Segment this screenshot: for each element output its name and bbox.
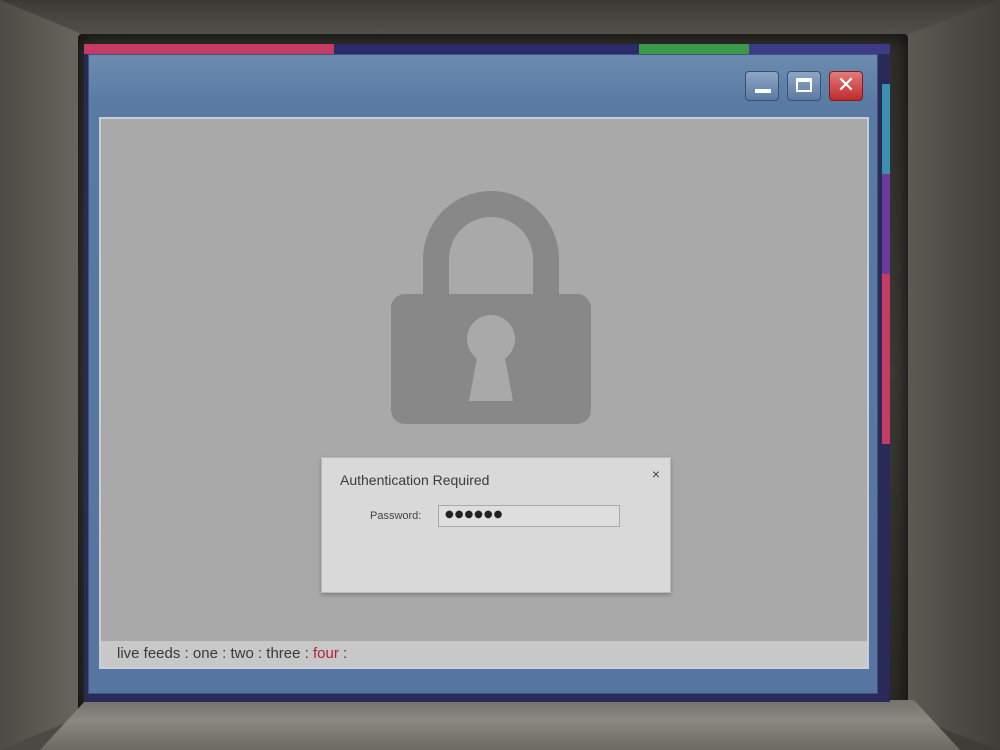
- accent-segment: [334, 44, 639, 54]
- bezel-bottom: [40, 700, 960, 750]
- window-content: Authentication Required × Password: ●●●●…: [99, 117, 869, 669]
- accent-strip: [84, 44, 890, 54]
- live-feeds-bar: live feeds : one : two : three : four :: [101, 641, 867, 667]
- feeds-prefix: live feeds: [117, 645, 181, 662]
- close-icon: ✕: [836, 73, 856, 98]
- bezel-left: [0, 0, 90, 750]
- feed-link-three[interactable]: three: [266, 645, 300, 662]
- feeds-separator: :: [180, 645, 193, 662]
- padlock-icon: [391, 191, 591, 424]
- feeds-suffix: :: [338, 645, 348, 662]
- authentication-dialog: Authentication Required × Password: ●●●●…: [321, 457, 671, 593]
- accent-segment: [749, 44, 890, 54]
- application-window: ✕ Authentication Required × Password: ●●…: [88, 54, 878, 694]
- monitor-screen: ✕ Authentication Required × Password: ●●…: [84, 44, 890, 702]
- minimize-icon: [755, 89, 771, 93]
- feed-link-four[interactable]: four: [313, 645, 339, 662]
- password-field[interactable]: ●●●●●●: [438, 505, 620, 527]
- dialog-title: Authentication Required: [340, 472, 490, 488]
- minimize-button[interactable]: [745, 71, 779, 101]
- title-bar[interactable]: ✕: [89, 55, 877, 113]
- maximize-icon: [796, 78, 812, 92]
- side-accent: [882, 274, 890, 444]
- feeds-separator: :: [217, 645, 231, 662]
- accent-segment: [639, 44, 749, 54]
- feeds-separator: :: [300, 645, 314, 662]
- side-accent: [882, 174, 890, 274]
- accent-segment: [84, 44, 334, 54]
- side-accent: [882, 84, 890, 174]
- maximize-button[interactable]: [787, 71, 821, 101]
- dialog-close-button[interactable]: ×: [652, 466, 660, 482]
- close-icon: ×: [651, 466, 660, 482]
- bezel-right: [900, 0, 1000, 750]
- close-button[interactable]: ✕: [829, 71, 863, 101]
- feeds-separator: :: [253, 645, 267, 662]
- password-label: Password:: [370, 510, 422, 522]
- feed-link-one[interactable]: one: [193, 645, 218, 662]
- feed-link-two[interactable]: two: [230, 645, 253, 662]
